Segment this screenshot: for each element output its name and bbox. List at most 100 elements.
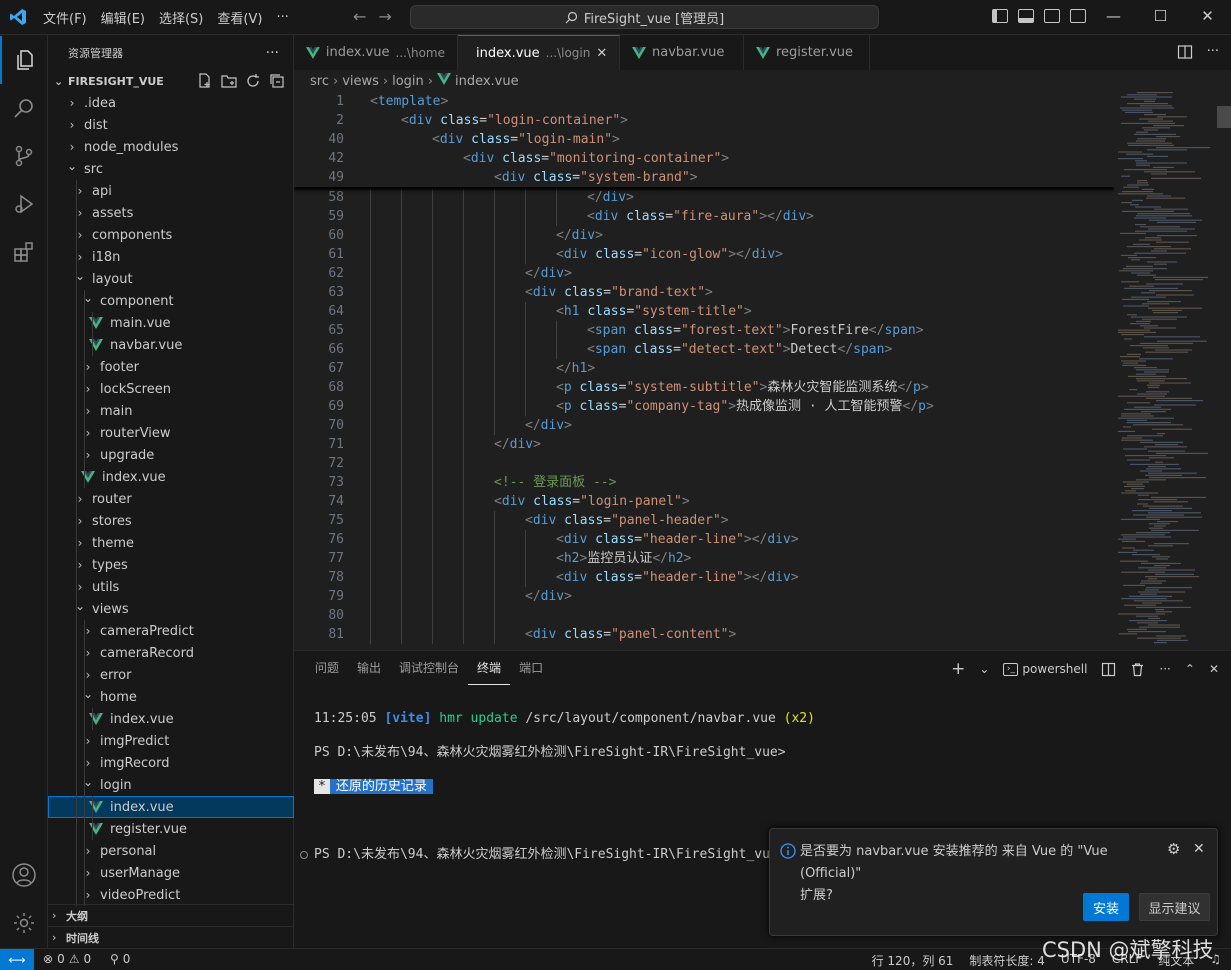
- source-control-icon[interactable]: [0, 132, 48, 180]
- refresh-icon[interactable]: [245, 73, 261, 89]
- ports-indicator[interactable]: ⚲ 0: [110, 952, 130, 966]
- extensions-icon[interactable]: [0, 228, 48, 276]
- editor-tab[interactable]: register.vue: [744, 35, 870, 70]
- indentation[interactable]: 制表符长度: 4: [969, 952, 1045, 969]
- split-editor-icon[interactable]: [1177, 44, 1193, 60]
- tree-folder[interactable]: › cameraRecord: [48, 642, 294, 664]
- tree-folder[interactable]: › i18n: [48, 246, 294, 268]
- close-window-icon[interactable]: ✕: [1184, 0, 1231, 35]
- search-view-icon[interactable]: [0, 84, 48, 132]
- tree-folder[interactable]: › types: [48, 554, 294, 576]
- editor-tab[interactable]: navbar.vue: [620, 35, 744, 70]
- tree-folder[interactable]: ⌄ src: [48, 158, 294, 180]
- chevron-down-icon[interactable]: ⌄: [979, 662, 989, 676]
- new-folder-icon[interactable]: [221, 73, 237, 89]
- tree-folder[interactable]: › lockScreen: [48, 378, 294, 400]
- split-terminal-icon[interactable]: [1101, 662, 1116, 677]
- run-debug-icon[interactable]: [0, 180, 48, 228]
- menu-more[interactable]: ···: [269, 10, 295, 25]
- tree-folder[interactable]: › routerView: [48, 422, 294, 444]
- tree-folder[interactable]: ⌄ component: [48, 290, 294, 312]
- toast-settings-gear-icon[interactable]: ⚙: [1167, 840, 1180, 858]
- timeline-section[interactable]: › 时间线: [48, 926, 294, 948]
- new-terminal-icon[interactable]: +: [951, 659, 965, 679]
- editor-tab[interactable]: index.vue ...\home: [294, 35, 458, 70]
- tree-folder[interactable]: › assets: [48, 202, 294, 224]
- tree-folder[interactable]: › theme: [48, 532, 294, 554]
- collapse-all-icon[interactable]: [269, 73, 285, 89]
- tree-folder[interactable]: ⌄ login: [48, 774, 294, 796]
- tree-folder[interactable]: › footer: [48, 356, 294, 378]
- problems-indicator[interactable]: ⊗ 0 ⚠ 0: [43, 952, 91, 966]
- panel-more-icon[interactable]: ···: [1159, 662, 1170, 676]
- command-center[interactable]: FireSight_vue [管理员]: [410, 5, 879, 29]
- tree-folder[interactable]: › stores: [48, 510, 294, 532]
- tree-file[interactable]: index.vue: [48, 796, 294, 818]
- tree-file[interactable]: navbar.vue: [48, 334, 294, 356]
- explorer-icon[interactable]: [0, 36, 48, 84]
- toggle-panel-icon[interactable]: [1018, 9, 1034, 23]
- tree-folder[interactable]: › cameraPredict: [48, 620, 294, 642]
- menu-select[interactable]: 选择(S): [152, 8, 210, 27]
- tree-folder[interactable]: › .idea: [48, 92, 294, 114]
- tab-close-icon[interactable]: ✕: [596, 46, 607, 61]
- tree-folder[interactable]: › upgrade: [48, 444, 294, 466]
- breadcrumb-file[interactable]: index.vue: [455, 74, 519, 89]
- editor-scrollbar[interactable]: [1217, 92, 1231, 650]
- show-recommendations-button[interactable]: 显示建议: [1139, 893, 1210, 921]
- maximize-icon[interactable]: ☐: [1137, 0, 1184, 35]
- minimap[interactable]: [1116, 92, 1216, 650]
- tree-file[interactable]: index.vue: [48, 708, 294, 730]
- close-panel-icon[interactable]: ✕: [1209, 662, 1219, 676]
- tree-folder[interactable]: › components: [48, 224, 294, 246]
- tree-folder[interactable]: › node_modules: [48, 136, 294, 158]
- tree-folder[interactable]: ⌄ layout: [48, 268, 294, 290]
- back-arrow-icon[interactable]: ←: [353, 7, 366, 26]
- tree-folder[interactable]: › dist: [48, 114, 294, 136]
- editor-more-icon[interactable]: ···: [1207, 44, 1219, 60]
- editor-tab[interactable]: index.vue ...\login ✕: [458, 35, 620, 70]
- minimize-icon[interactable]: —: [1090, 0, 1137, 35]
- settings-gear-icon[interactable]: [0, 899, 48, 947]
- tree-file[interactable]: main.vue: [48, 312, 294, 334]
- tree-file[interactable]: index.vue: [48, 466, 294, 488]
- tree-folder[interactable]: ⌄ views: [48, 598, 294, 620]
- panel-tab-terminal[interactable]: 终端: [468, 651, 511, 685]
- tree-folder[interactable]: › personal: [48, 840, 294, 862]
- panel-tab-problems[interactable]: 问题: [306, 651, 348, 685]
- project-header[interactable]: ⌄ FIRESIGHT_VUE: [48, 70, 293, 92]
- code-editor[interactable]: 58 </div> 59 <div class="fire-aura"></div> 6…: [294, 92, 1114, 650]
- terminal-output[interactable]: 11:25:05 [vite] hmr update /src/layout/c…: [300, 693, 815, 897]
- tree-folder[interactable]: › api: [48, 180, 294, 202]
- toggle-secondary-sidebar-icon[interactable]: [1044, 9, 1060, 23]
- tree-folder[interactable]: › videoPredict: [48, 884, 294, 906]
- tree-folder[interactable]: › imgRecord: [48, 752, 294, 774]
- customize-layout-icon[interactable]: [1070, 9, 1086, 23]
- maximize-panel-icon[interactable]: ⌃: [1185, 662, 1195, 676]
- panel-tab-debug-console[interactable]: 调试控制台: [390, 651, 468, 685]
- tree-folder[interactable]: › utils: [48, 576, 294, 598]
- breadcrumb-views[interactable]: views: [342, 74, 379, 89]
- tree-folder[interactable]: ⌄ home: [48, 686, 294, 708]
- breadcrumb-login[interactable]: login: [392, 74, 424, 89]
- outline-section[interactable]: › 大纲: [48, 904, 294, 926]
- tree-folder[interactable]: › router: [48, 488, 294, 510]
- forward-arrow-icon[interactable]: →: [378, 7, 391, 26]
- remote-indicator[interactable]: ⟷: [0, 949, 34, 970]
- breadcrumb-src[interactable]: src: [310, 74, 329, 89]
- menu-view[interactable]: 查看(V): [210, 8, 269, 27]
- tree-folder[interactable]: › userManage: [48, 862, 294, 884]
- menu-file[interactable]: 文件(F): [36, 8, 94, 27]
- install-button[interactable]: 安装: [1083, 893, 1129, 921]
- terminal-shell-label[interactable]: powershell: [1022, 662, 1087, 676]
- panel-tab-ports[interactable]: 端口: [510, 651, 552, 685]
- account-icon[interactable]: [0, 851, 48, 899]
- cursor-position[interactable]: 行 120，列 61: [872, 952, 954, 969]
- new-file-icon[interactable]: [197, 73, 213, 89]
- toggle-primary-sidebar-icon[interactable]: [992, 9, 1008, 23]
- explorer-more-icon[interactable]: ···: [266, 45, 279, 61]
- tree-folder[interactable]: › imgPredict: [48, 730, 294, 752]
- toast-close-icon[interactable]: ✕: [1193, 841, 1205, 857]
- tree-file[interactable]: register.vue: [48, 818, 294, 840]
- menu-edit[interactable]: 编辑(E): [94, 8, 152, 27]
